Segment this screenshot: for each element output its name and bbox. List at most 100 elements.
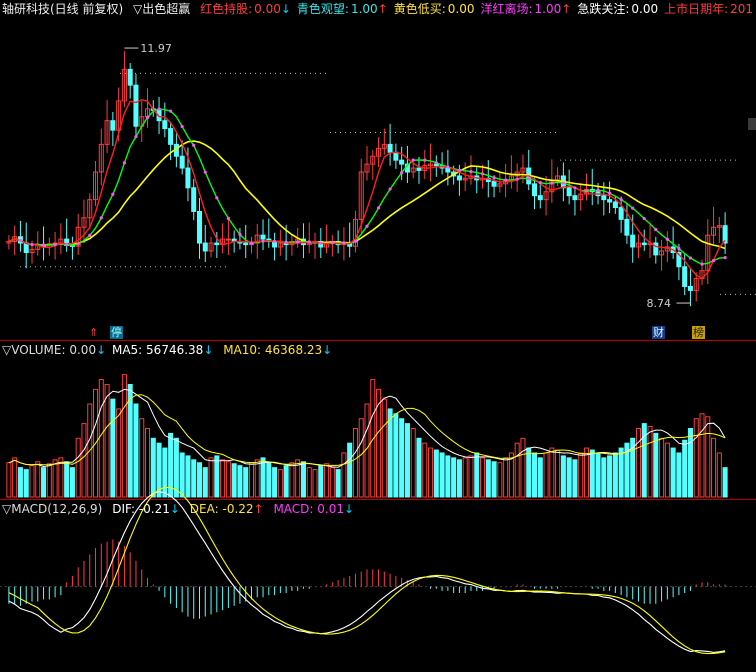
signal-dot [457,168,462,172]
volume-bar [300,461,306,498]
signal-dot [642,216,646,221]
candle-body [618,207,624,220]
volume-bar [711,437,717,498]
volume-bar [699,413,705,498]
volume-bar [659,437,665,498]
signal-dot [400,171,404,175]
candle-body [531,183,538,197]
signal-dot [18,238,23,243]
signal-dot [561,181,565,185]
volume-bar [214,455,220,498]
signal-dot [480,172,485,176]
candle-body [630,234,636,248]
signal-dot [319,241,323,245]
bang-marker[interactable]: 榜 [692,326,705,339]
volume-bar [491,461,497,498]
volume-bar [566,457,572,498]
signal-dot [238,232,242,236]
signal-dot [527,177,531,181]
candle-body [612,201,618,209]
volume-bar [601,457,607,498]
volume-bar [335,469,341,498]
candle-body [399,159,405,165]
volume-bar [687,428,693,498]
signal-dot [388,187,392,191]
volume-bar [682,439,688,498]
signal-dot [596,188,600,192]
signal-dot [99,216,103,220]
volume-bar [705,416,711,498]
ting-marker[interactable]: 停 [110,326,123,339]
signal-dot [365,224,369,228]
signal-dot [145,115,150,120]
volume-bar [422,442,428,498]
candle-body [202,242,208,252]
volume-bar [456,459,462,498]
volume-bar [104,383,110,498]
signal-dot [226,216,230,220]
volume-bar [196,462,203,498]
volume-bar [318,465,324,498]
signal-dot [607,191,612,195]
volume-bar [716,452,722,498]
volume-bar [283,465,289,498]
volume-bar [243,467,249,498]
volume-bar [208,457,214,498]
volume-bar [133,403,139,498]
signal-dot [631,206,635,210]
signal-dot [330,241,334,245]
candle-body [260,234,266,240]
volume-bar [110,398,116,498]
volume-bar [404,423,410,498]
candle-body [416,167,422,171]
volume-bar [526,447,532,498]
candle-body [225,238,231,241]
volume-bar [191,459,197,498]
candle-body [179,155,185,169]
volume-bar [543,452,549,498]
signal-dot [584,189,589,193]
signal-dot [53,243,57,247]
volume-bar [312,469,318,498]
volume-pane [6,374,728,498]
signal-dot [111,192,115,196]
cai-marker[interactable]: 财 [652,326,665,339]
candle-body [456,175,462,181]
candle-body [607,199,613,203]
candle-body [566,187,572,197]
signal-dot [192,143,196,147]
volume-bar [41,467,47,498]
signal-dot [411,158,415,162]
signal-dot [654,228,658,232]
signal-dot [249,241,254,245]
volume-bar [12,457,18,498]
price-pane [6,47,756,307]
volume-bar [474,452,480,498]
signal-dot [180,124,184,129]
volume-bar [173,437,179,498]
signal-dot [700,262,704,266]
volume-bar [75,437,81,498]
candle-body [624,218,630,236]
volume-bar [555,449,561,498]
signal-dot [538,181,542,185]
volume-bar [589,449,595,498]
volume-bar [497,462,503,498]
signal-dot [550,181,554,185]
volume-bar [618,447,624,498]
volume-bar [121,374,127,498]
volume-bar [260,457,266,498]
volume-bar [358,418,364,498]
high-price-label: 11.97 [140,42,172,55]
signal-dot [76,242,80,246]
scrollbar-handle[interactable] [748,118,756,130]
volume-bar [479,457,486,498]
volume-bar [595,452,601,498]
volume-bar [670,447,676,498]
volume-bar [653,432,659,498]
volume-bar [144,428,151,498]
volume-bar [514,442,520,498]
candle-body [687,285,693,291]
volume-bar [485,459,491,498]
volume-bar [537,457,543,498]
